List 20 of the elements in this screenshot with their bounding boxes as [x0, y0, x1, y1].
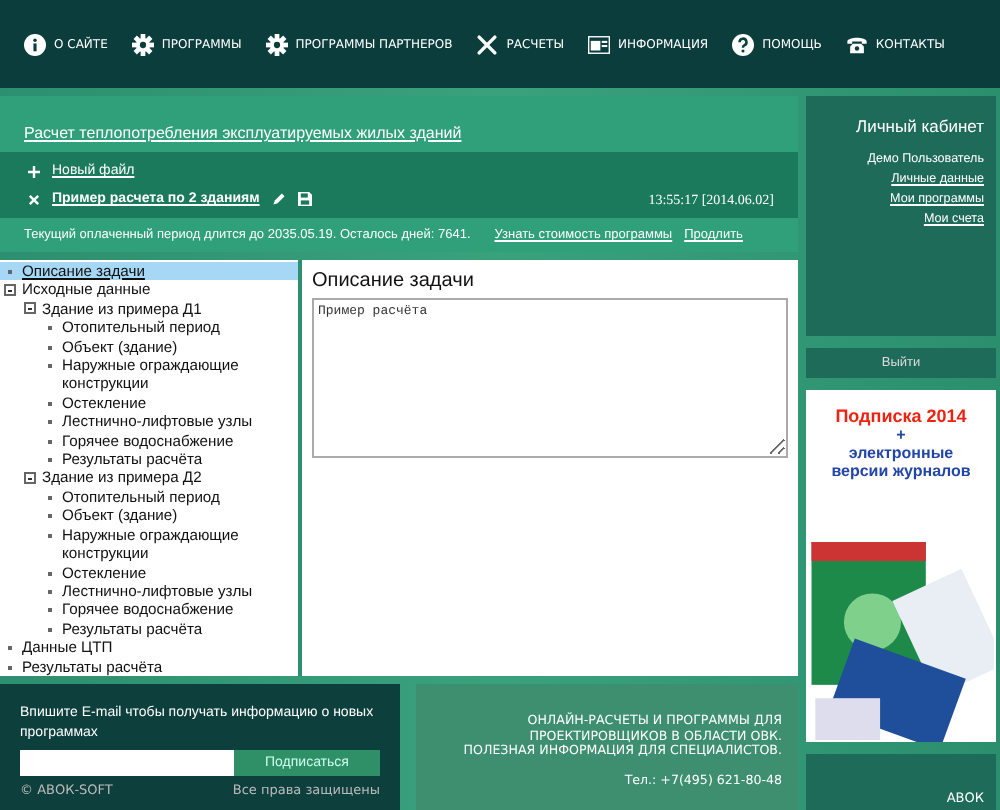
- pencil-icon[interactable]: [271, 192, 286, 206]
- collapse-toggle-icon[interactable]: [4, 283, 16, 296]
- help-icon: [732, 33, 755, 55]
- phone-icon: [845, 33, 868, 55]
- gear-icon: [131, 33, 154, 55]
- collapse-toggle-icon[interactable]: [24, 471, 36, 484]
- email-field[interactable]: [20, 750, 234, 776]
- ad-plus: +: [894, 426, 908, 444]
- account-title: Личный кабинет: [856, 116, 984, 136]
- window-icon: [588, 33, 610, 55]
- info-icon: [24, 33, 46, 55]
- section-title: Описание задачи: [312, 270, 476, 292]
- save-icon[interactable]: [297, 192, 312, 206]
- close-icon[interactable]: [28, 193, 40, 205]
- magazine-ad-banner[interactable]: Подписка 2014 + электронные версии журналов: [806, 390, 996, 742]
- plus-icon[interactable]: [28, 165, 40, 177]
- ad-headline: Подписка 2014: [835, 406, 967, 426]
- gear-icon: [265, 33, 288, 55]
- collapse-toggle-icon[interactable]: [24, 302, 36, 315]
- ad-subline: электронные версии журналов: [831, 444, 971, 480]
